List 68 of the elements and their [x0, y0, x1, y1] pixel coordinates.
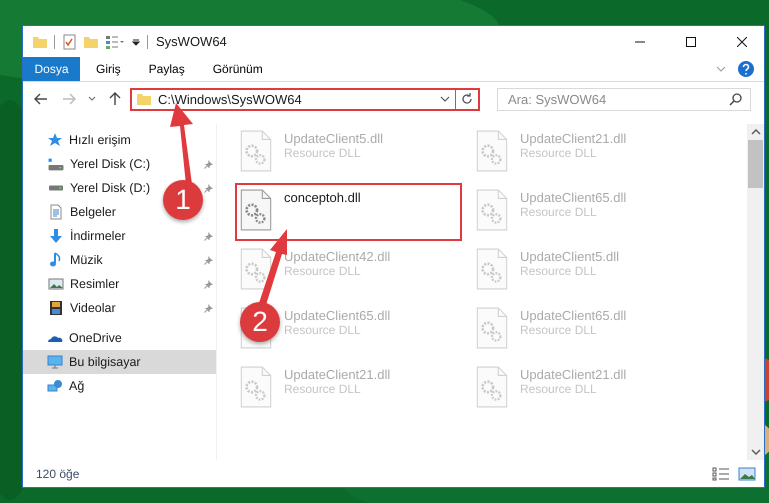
- file-type: Resource DLL: [284, 382, 362, 396]
- star-icon: [47, 132, 63, 148]
- down-arrow-icon: [48, 228, 64, 244]
- file-tab[interactable]: Dosya: [23, 57, 80, 81]
- scroll-down-icon[interactable]: [750, 449, 760, 455]
- search-field[interactable]: Ara: SysWOW64: [497, 88, 751, 110]
- expand-ribbon-icon[interactable]: [716, 66, 726, 72]
- nav-item[interactable]: Ağ: [23, 374, 216, 398]
- file-type: Resource DLL: [284, 146, 362, 160]
- document-icon: [48, 204, 64, 220]
- close-icon: [736, 36, 746, 46]
- file-type: Resource DLL: [284, 323, 362, 337]
- details-view-icon[interactable]: [712, 466, 730, 480]
- scroll-up-icon[interactable]: [750, 129, 760, 135]
- back-icon[interactable]: [34, 92, 48, 106]
- scrollbar-thumb[interactable]: [748, 140, 763, 188]
- address-bar[interactable]: C:\Windows\SysWOW64: [130, 88, 480, 110]
- window-title: SysWOW64: [156, 34, 227, 49]
- nav-item[interactable]: Yerel Disk (D:): [23, 176, 156, 200]
- nav-item[interactable]: OneDrive: [23, 326, 216, 350]
- network-icon: [47, 378, 63, 394]
- dll-file-icon: [476, 189, 508, 231]
- dll-file-icon: [476, 366, 508, 408]
- scrollbar[interactable]: [747, 124, 764, 460]
- dll-file-icon: [240, 130, 272, 172]
- search-icon: [729, 92, 743, 106]
- picture-icon: [48, 276, 64, 292]
- ribbon-tab[interactable]: Giriş: [84, 57, 133, 81]
- file-type: Resource DLL: [520, 146, 598, 160]
- caret-icon[interactable]: [440, 96, 450, 102]
- file-name[interactable]: conceptoh.dll: [284, 190, 361, 205]
- dll-file-icon: [240, 366, 272, 408]
- view-options-icon[interactable]: [105, 34, 125, 50]
- selected-file-item[interactable]: conceptoh.dll: [235, 183, 462, 241]
- dll-file-icon: [476, 130, 508, 172]
- drive-icon: [48, 185, 64, 191]
- large-icons-view-icon[interactable]: [738, 466, 756, 480]
- customize-caret-icon[interactable]: [131, 36, 141, 46]
- nav-item[interactable]: Bu bilgisayar: [23, 350, 216, 374]
- nav-item[interactable]: İndirmeler: [23, 224, 132, 248]
- ribbon-tab[interactable]: Görünüm: [200, 57, 275, 81]
- monitor-icon: [47, 354, 63, 370]
- maximize-icon: [686, 36, 696, 46]
- recent-caret-icon[interactable]: [88, 96, 96, 102]
- nav-item[interactable]: Hızlı erişim: [23, 128, 216, 152]
- dll-file-icon: [240, 189, 272, 231]
- file-type: Resource DLL: [520, 323, 598, 337]
- file-type: Resource DLL: [520, 264, 598, 278]
- dll-file-icon: [240, 248, 272, 290]
- properties-icon[interactable]: [61, 34, 77, 50]
- nav-item[interactable]: Resimler: [23, 272, 126, 296]
- refresh-icon[interactable]: [460, 92, 474, 106]
- dll-file-icon: [476, 307, 508, 349]
- nav-item[interactable]: Videolar: [23, 296, 122, 320]
- up-icon[interactable]: [108, 92, 122, 106]
- nav-item[interactable]: Belgeler: [23, 200, 122, 224]
- ribbon-tab[interactable]: Paylaş: [136, 57, 197, 81]
- nav-item[interactable]: Yerel Disk (C:): [23, 152, 156, 176]
- file-type: Resource DLL: [284, 264, 362, 278]
- dll-file-icon: [476, 248, 508, 290]
- item-count: 120 öğe: [36, 466, 80, 480]
- file-type: Resource DLL: [520, 205, 598, 219]
- drive-icon: [48, 158, 64, 170]
- address-path: C:\Windows\SysWOW64: [158, 92, 303, 106]
- nav-item[interactable]: Müzik: [23, 248, 109, 272]
- film-icon: [48, 300, 64, 316]
- help-icon[interactable]: [738, 61, 754, 77]
- file-type: Resource DLL: [520, 382, 598, 396]
